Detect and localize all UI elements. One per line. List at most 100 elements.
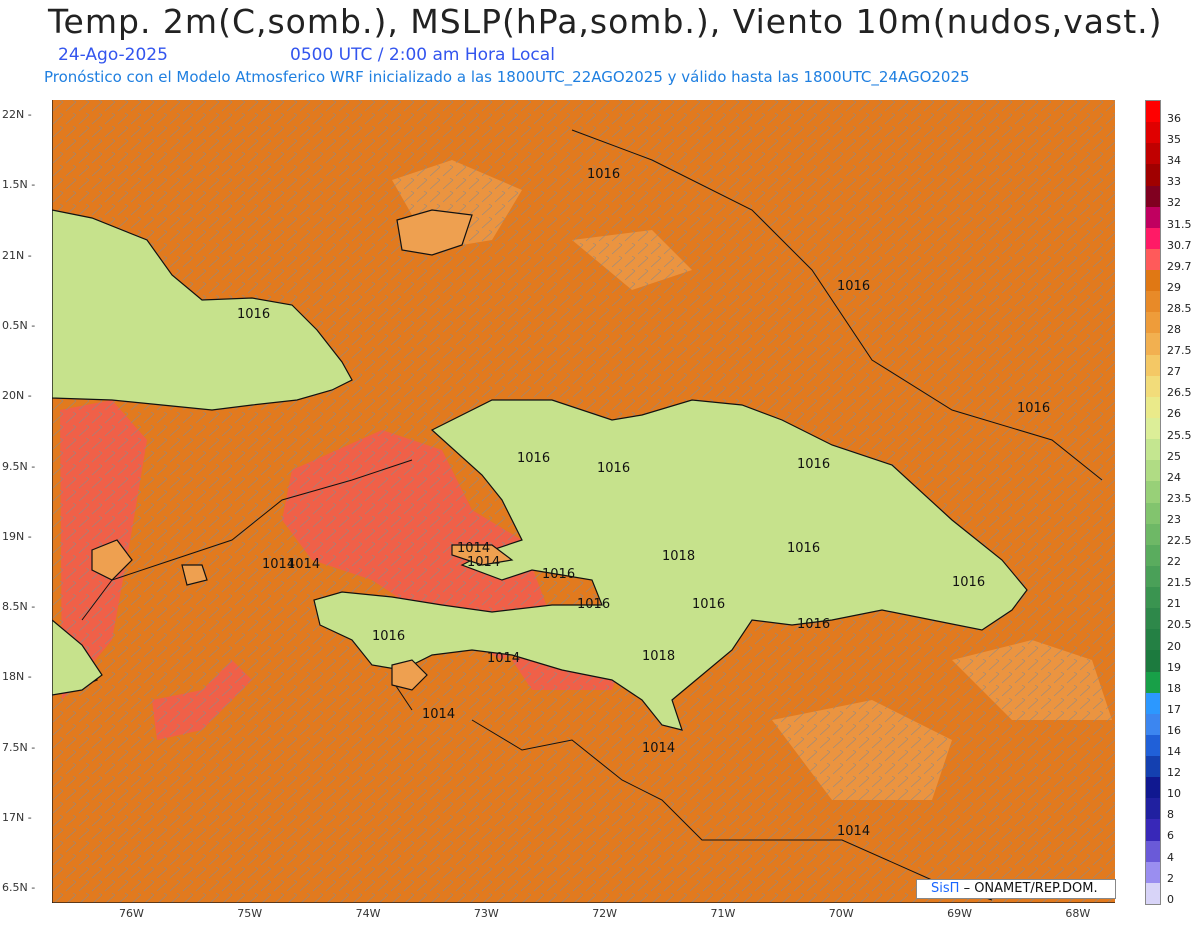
isobar-label: 1016: [797, 617, 830, 632]
longitude-label: 68W: [1065, 907, 1091, 920]
isobar-label: 1016: [542, 567, 575, 582]
colorbar-label: 22.5: [1167, 534, 1192, 547]
colorbar-segment: [1146, 375, 1160, 398]
colorbar-segment: [1146, 565, 1160, 588]
isobar-label: 1016: [597, 461, 630, 476]
isobar-label: 1016: [1017, 401, 1050, 416]
colorbar-segment: [1146, 101, 1160, 123]
colorbar-segment: [1146, 333, 1160, 356]
latitude-label: 7.5N -: [2, 740, 36, 754]
colorbar-label: 22: [1167, 555, 1181, 569]
credit-organization: – ONAMET/REP.DOM.: [963, 881, 1098, 896]
colorbar-label: 26.5: [1167, 386, 1192, 400]
colorbar-label: 27.5: [1167, 344, 1192, 358]
colorbar-segment: [1146, 777, 1160, 799]
latitude-label: 6.5N -: [2, 881, 36, 895]
colorbar-segment: [1146, 692, 1160, 715]
isobar-label: 1016: [787, 541, 820, 556]
isobar-label: 1014: [467, 555, 500, 570]
colorbar-segment: [1146, 608, 1160, 630]
model-run-info: Pronóstico con el Modelo Atmosferico WRF…: [44, 68, 970, 86]
colorbar-segment: [1146, 671, 1160, 694]
sispi-logo: SisΠ: [931, 881, 960, 896]
colorbar-label: 20.5: [1167, 618, 1192, 632]
latitude-label: 8.5N -: [2, 600, 36, 614]
colorbar-segment: [1146, 861, 1160, 884]
colorbar-label: 2: [1167, 871, 1174, 885]
longitude-label: 70W: [828, 907, 854, 920]
forecast-date: 24-Ago-2025: [58, 45, 168, 65]
colorbar-label: 31.5: [1167, 217, 1192, 231]
colorbar-segment: [1146, 312, 1160, 334]
colorbar-segment: [1146, 481, 1160, 503]
colorbar-segment: [1146, 544, 1160, 567]
colorbar-segment: [1146, 713, 1160, 736]
colorbar-label: 28.5: [1167, 301, 1192, 315]
latitude-label: 9.5N -: [2, 459, 36, 473]
isobar-label: 1014: [642, 741, 675, 756]
colorbar-segment: [1146, 502, 1160, 525]
isobar-label: 1016: [587, 167, 620, 182]
temperature-colorbar: [1145, 100, 1161, 905]
longitude-label: 74W: [355, 907, 381, 920]
colorbar-segment: [1146, 523, 1160, 546]
isobar-label: 1014: [837, 824, 870, 839]
colorbar-label: 12: [1167, 766, 1181, 780]
colorbar-segment: [1146, 417, 1160, 440]
colorbar-segment: [1146, 248, 1160, 271]
isobar-label: 1014: [287, 557, 320, 572]
colorbar-label: 34: [1167, 154, 1181, 168]
colorbar-label: 6: [1167, 829, 1174, 843]
colorbar-segment: [1146, 798, 1160, 820]
latitude-label: 22N -: [2, 108, 32, 121]
isobar-label: 1014: [457, 541, 490, 556]
colorbar-segment: [1146, 185, 1160, 208]
colorbar-label: 24: [1167, 470, 1181, 484]
colorbar-label: 28: [1167, 323, 1181, 336]
colorbar-segment: [1146, 734, 1160, 757]
colorbar-label: 29.7: [1167, 259, 1192, 273]
colorbar-segment: [1146, 439, 1160, 461]
colorbar-segment: [1146, 587, 1160, 609]
isobar-label: 1016: [577, 597, 610, 612]
colorbar-segment: [1146, 291, 1160, 313]
colorbar-label: 14: [1167, 745, 1181, 758]
isobar-label: 1016: [237, 307, 270, 322]
colorbar-segment: [1146, 819, 1160, 842]
colorbar-segment: [1146, 650, 1160, 673]
isobar-label: 1016: [692, 597, 725, 612]
colorbar-segment: [1146, 143, 1160, 165]
colorbar-segment: [1146, 164, 1160, 187]
latitude-label: 1.5N -: [2, 178, 36, 192]
colorbar-segment: [1146, 460, 1160, 482]
colorbar-segment: [1146, 396, 1160, 419]
isobar-label: 1018: [642, 649, 675, 664]
colorbar-segment: [1146, 756, 1160, 778]
colorbar-label: 17: [1167, 702, 1181, 716]
map-title: Temp. 2m(C,somb.), MSLP(hPa,somb.), Vien…: [48, 2, 1163, 41]
colorbar-label: 33: [1167, 175, 1181, 189]
colorbar-segment: [1146, 354, 1160, 377]
longitude-label: 75W: [237, 907, 263, 920]
isobar-label: 1016: [952, 575, 985, 590]
isobar-label: 1018: [662, 549, 695, 564]
longitude-label: 73W: [473, 907, 499, 920]
colorbar-label: 25.5: [1167, 428, 1192, 442]
colorbar-label: 21.5: [1167, 576, 1192, 590]
longitude-label: 71W: [710, 907, 736, 920]
colorbar-label: 23.5: [1167, 491, 1192, 505]
colorbar-segment: [1146, 840, 1160, 863]
colorbar-label: 30.7: [1167, 238, 1192, 252]
colorbar-label: 29: [1167, 280, 1181, 294]
latitude-label: 21N -: [2, 248, 32, 262]
longitude-label: 69W: [947, 907, 972, 920]
latitude-label: 0.5N -: [2, 318, 36, 332]
map-canvas: 101610161016101610161016 1016101610161016…: [52, 100, 1115, 903]
forecast-time: 0500 UTC / 2:00 am Hora Local: [290, 45, 555, 65]
latitude-label: 17N -: [2, 811, 32, 824]
forecast-map[interactable]: 1016 1016 1016 1016 1016 1016 1016 1016 1016 1016…: [52, 100, 1115, 903]
colorbar-label: 32: [1167, 196, 1181, 210]
colorbar-label: 21: [1167, 597, 1181, 611]
colorbar-label: 23: [1167, 512, 1181, 526]
colorbar-label: 36: [1167, 112, 1181, 125]
